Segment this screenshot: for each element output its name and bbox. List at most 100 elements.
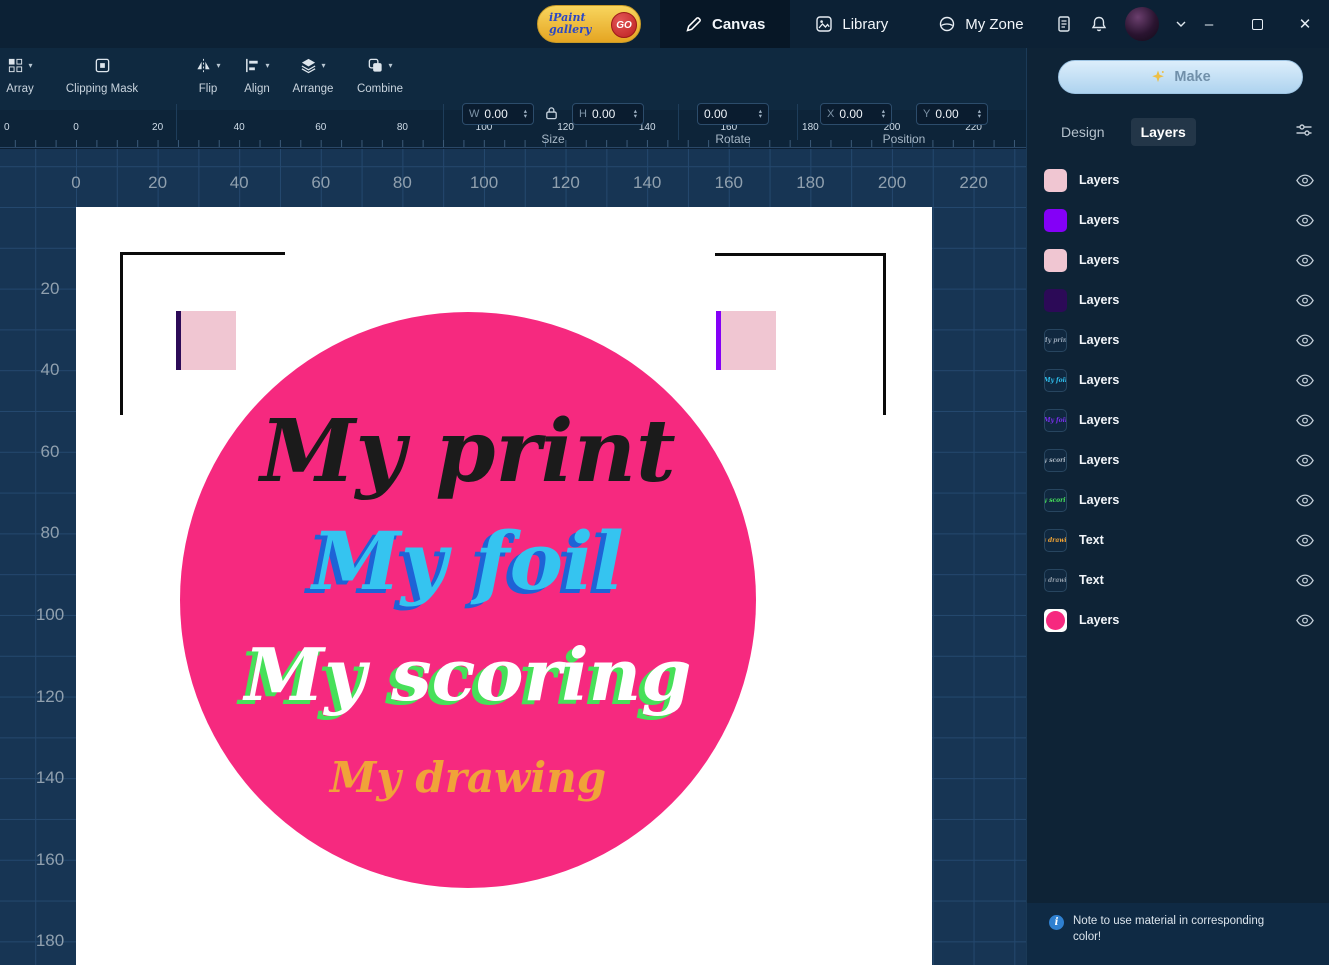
eye-icon[interactable] [1296,374,1314,387]
text-my-print[interactable]: My print [180,409,756,495]
width-input[interactable]: W 0.00 ▴ ▾ [462,103,534,125]
grid-axis-label: 200 [878,173,906,193]
step-down-icon[interactable]: ▾ [759,114,762,120]
position-x-stepper[interactable]: ▴ ▾ [882,109,885,120]
layer-row[interactable]: My drawing Text [1027,520,1329,560]
layer-row[interactable]: My print Layers [1027,320,1329,360]
close-button[interactable]: ✕ [1281,0,1329,48]
arrange-icon [300,57,317,74]
close-icon: ✕ [1299,15,1312,33]
step-down-icon[interactable]: ▾ [882,114,885,120]
align-label: Align [234,83,280,95]
eye-icon[interactable] [1296,534,1314,547]
text-my-drawing[interactable]: My drawing [180,757,756,799]
array-label: Array [0,83,44,95]
canvas-grid[interactable]: 020406080100120140160180200220 204060801… [0,149,1026,965]
eye-icon[interactable] [1296,174,1314,187]
flip-label: Flip [186,83,230,95]
eye-icon[interactable] [1296,574,1314,587]
minimize-icon: – [1205,16,1213,33]
bracket-shape-right-side[interactable] [883,253,886,415]
layer-row[interactable]: My foil Layers [1027,400,1329,440]
toolbar-divider [678,104,679,140]
go-badge[interactable]: GO [611,12,637,38]
layer-row[interactable]: Layers [1027,600,1329,640]
bracket-shape-right-top[interactable] [715,253,886,256]
grid-axis-label: 40 [230,173,249,193]
eye-icon[interactable] [1296,214,1314,227]
step-down-icon[interactable]: ▾ [634,114,637,120]
lock-icon [544,105,559,121]
array-tool[interactable]: ▾ Array [0,54,44,95]
eye-icon[interactable] [1296,254,1314,267]
eye-icon[interactable] [1296,334,1314,347]
clipping-mask-tool[interactable]: Clipping Mask [58,54,146,95]
bracket-shape-left-top[interactable] [120,252,285,255]
rotate-input[interactable]: 0.00 ▴ ▾ [697,103,769,125]
aspect-lock-button[interactable] [544,105,559,121]
toolbar: ▾ Array Clipping Mask ▾ Flip [0,48,1026,110]
position-y-prefix: Y [923,108,930,120]
layer-thumbnail [1044,609,1067,632]
pink-square-left[interactable] [176,311,236,370]
text-my-foil[interactable]: My foil [180,521,756,601]
layer-row[interactable]: My drawing Text [1027,560,1329,600]
array-icon [7,57,24,74]
step-down-icon[interactable]: ▾ [978,114,981,120]
minimize-button[interactable]: – [1185,0,1233,48]
bracket-shape-left-side[interactable] [120,252,123,415]
layer-row[interactable]: Layers [1027,280,1329,320]
tab-library[interactable]: Library [790,0,913,48]
position-y-stepper[interactable]: ▴ ▾ [978,109,981,120]
tab-canvas[interactable]: Canvas [660,0,790,48]
grid-axis-label: 180 [796,173,824,193]
height-prefix: H [579,108,587,120]
artboard[interactable]: My print My foil My scoring My drawing [76,207,932,965]
pink-square-right[interactable] [716,311,776,370]
app-logo[interactable]: iPaint gallery GO [537,5,641,43]
layer-thumbnail: My drawing [1044,569,1067,592]
layer-thumbnail-content: My print [1044,337,1067,344]
tab-my-zone[interactable]: My Zone [913,0,1048,48]
eye-icon[interactable] [1296,294,1314,307]
align-tool[interactable]: ▾ Align [234,54,280,95]
grid-axis-label: 160 [715,173,743,193]
rotate-stepper[interactable]: ▴ ▾ [759,109,762,120]
eye-icon[interactable] [1296,454,1314,467]
step-down-icon[interactable]: ▾ [524,114,527,120]
layer-row[interactable]: My scoring Layers [1027,480,1329,520]
eye-icon[interactable] [1296,414,1314,427]
arrange-tool[interactable]: ▾ Arrange [286,54,340,95]
layer-row[interactable]: Layers [1027,240,1329,280]
document-list-icon[interactable] [1055,15,1073,33]
eye-icon[interactable] [1296,494,1314,507]
right-panel: Make Design Layers Layers Layers Layers [1026,48,1329,965]
layer-row[interactable]: My scoring Layers [1027,440,1329,480]
layer-row[interactable]: My foil Layers [1027,360,1329,400]
width-stepper[interactable]: ▴ ▾ [524,109,527,120]
tab-layers[interactable]: Layers [1131,118,1196,146]
combine-tool[interactable]: ▾ Combine [348,54,412,95]
make-button[interactable]: Make [1058,60,1303,94]
layer-row[interactable]: Layers [1027,200,1329,240]
user-avatar[interactable] [1125,7,1159,41]
maximize-button[interactable] [1233,0,1281,48]
height-input[interactable]: H 0.00 ▴ ▾ [572,103,644,125]
ruler-number: 40 [234,122,245,133]
flip-tool[interactable]: ▾ Flip [186,54,230,95]
position-y-value: 0.00 [935,107,972,121]
layer-label: Layers [1079,373,1296,387]
panel-footer: i Note to use material in corresponding … [1027,903,1329,965]
bell-icon[interactable] [1090,15,1108,33]
height-stepper[interactable]: ▴ ▾ [634,109,637,120]
layer-label: Layers [1079,333,1296,347]
text-my-scoring[interactable]: My scoring [180,639,756,711]
position-x-input[interactable]: X 0.00 ▴ ▾ [820,103,892,125]
tab-design[interactable]: Design [1051,118,1115,146]
layer-row[interactable]: Layers [1027,160,1329,200]
grid-axis-label: 60 [41,442,60,462]
main-nav: Canvas Library My Zone [660,0,1049,48]
layers-filter-button[interactable] [1295,123,1313,137]
eye-icon[interactable] [1296,614,1314,627]
position-y-input[interactable]: Y 0.00 ▴ ▾ [916,103,988,125]
